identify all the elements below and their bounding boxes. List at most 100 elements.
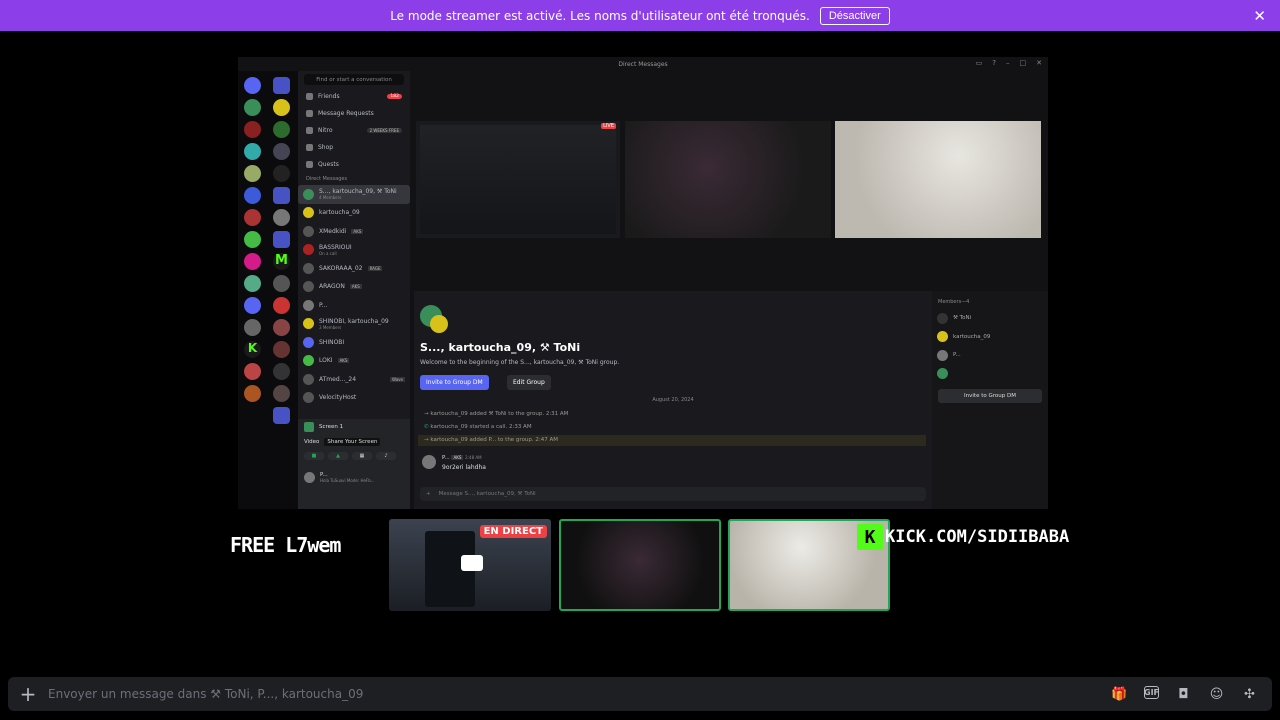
speaker-camera-tile[interactable] — [559, 519, 721, 611]
server-icon[interactable] — [244, 99, 261, 116]
server-icon[interactable] — [273, 407, 290, 424]
avatar — [303, 281, 314, 293]
dm-item[interactable]: S..., kartoucha_09, ⚒ ToNi 4 Members — [298, 185, 410, 204]
server-icon[interactable] — [244, 165, 261, 182]
dm-item[interactable]: kartoucha_09 — [298, 204, 410, 223]
server-icon[interactable] — [273, 121, 290, 138]
dm-sidebar: Find or start a conversation Friends 182 … — [298, 71, 410, 441]
dm-item[interactable]: SAKORAAA_02 RAGE — [298, 259, 410, 278]
invite-button[interactable]: Invite to Group DM — [420, 375, 489, 390]
camera-tile[interactable] — [835, 121, 1041, 238]
composer-input[interactable]: Envoyer un message dans ⚒ ToNi, P..., ka… — [48, 687, 1111, 701]
message-input[interactable]: + Message S..., kartoucha_09, ⚒ ToNi — [420, 487, 926, 501]
server-icon[interactable] — [244, 253, 261, 270]
attach-plus-icon[interactable]: + — [8, 682, 48, 706]
streamer-mode-banner: Le mode streamer est activé. Les noms d'… — [0, 0, 1280, 31]
server-icon[interactable] — [244, 187, 261, 204]
server-icon[interactable] — [273, 209, 290, 226]
server-icon[interactable] — [244, 319, 261, 336]
dm-item[interactable]: SHINOBI — [298, 333, 410, 352]
live-preview-tile[interactable]: EN DIRECT — [389, 519, 551, 611]
member-item[interactable]: P... — [932, 346, 1048, 365]
apps-icon[interactable]: ✣ — [1241, 686, 1258, 703]
dm-item[interactable]: ARAGON AKS — [298, 278, 410, 297]
activities-button[interactable]: ▦ — [352, 452, 372, 460]
dm-item[interactable]: LOKI AKS — [298, 352, 410, 371]
server-icon[interactable] — [244, 385, 261, 402]
system-message: → kartoucha_09 added P... to the group. … — [418, 435, 926, 446]
member-item[interactable]: kartoucha_09 — [932, 328, 1048, 347]
member-list: Members—4 ⚒ ToNi kartoucha_09 P... Invit… — [932, 291, 1048, 509]
emoji-icon[interactable]: ☺ — [1208, 686, 1225, 703]
voice-controls: ■ ▲ ▦ ♪ — [298, 449, 410, 463]
members-invite-button[interactable]: Invite to Group DM — [938, 389, 1042, 403]
nav-quests[interactable]: Quests — [298, 156, 410, 173]
home-icon[interactable] — [244, 77, 261, 94]
dm-search-input[interactable]: Find or start a conversation — [304, 74, 404, 85]
message-composer: + Envoyer un message dans ⚒ ToNi, P..., … — [8, 677, 1272, 711]
camera-button[interactable]: ■ — [304, 452, 324, 460]
close-icon[interactable]: ✕ — [1253, 7, 1266, 25]
server-icon[interactable] — [273, 187, 290, 204]
server-icon[interactable] — [273, 77, 290, 94]
server-icon[interactable] — [273, 385, 290, 402]
nav-friends[interactable]: Friends 182 — [298, 88, 410, 105]
server-icon[interactable] — [273, 165, 290, 182]
dm-item[interactable]: BASSRIOUI On a call — [298, 241, 410, 260]
server-icon[interactable] — [244, 143, 261, 160]
soundboard-button[interactable]: ♪ — [376, 452, 396, 460]
server-icon[interactable] — [244, 363, 261, 380]
member-item[interactable]: ⚒ ToNi — [932, 309, 1048, 328]
nitro-tag: 2 WEEKS FREE — [366, 128, 402, 133]
server-icon[interactable] — [273, 231, 290, 248]
server-icon[interactable] — [244, 297, 261, 314]
server-icon[interactable]: K — [244, 341, 261, 358]
server-icon[interactable] — [244, 275, 261, 292]
server-icon[interactable] — [273, 341, 290, 358]
server-icon[interactable] — [273, 99, 290, 116]
member-item[interactable] — [932, 365, 1048, 384]
avatar — [937, 349, 948, 361]
dm-item[interactable]: VelocityHost — [298, 389, 410, 408]
banner-message: Le mode streamer est activé. Les noms d'… — [390, 8, 810, 23]
server-icon[interactable] — [273, 319, 290, 336]
server-icon[interactable]: M — [273, 253, 290, 270]
server-icon[interactable] — [273, 143, 290, 160]
group-avatar — [430, 315, 448, 333]
server-icon[interactable] — [273, 275, 290, 292]
group-welcome: Welcome to the beginning of the S..., ka… — [420, 359, 620, 366]
share-screen-button[interactable]: ▲ — [328, 452, 348, 460]
user-panel: P... Hola TuSuavi Mode: HeFb... — [298, 469, 410, 486]
dm-item[interactable]: XMedkidi AKS — [298, 222, 410, 241]
plus-icon[interactable]: + — [426, 491, 431, 497]
screen-icon — [304, 422, 314, 432]
nav-message-requests[interactable]: Message Requests — [298, 105, 410, 122]
message-text: 9or2eri lahdha — [442, 464, 486, 471]
screen-share-tile[interactable]: LIVE — [416, 121, 620, 238]
voice-status-row: Video Share Your Screen — [298, 435, 410, 449]
avatar — [303, 299, 314, 311]
deactivate-button[interactable]: Désactiver — [819, 6, 890, 25]
sticker-icon[interactable]: ◘ — [1175, 686, 1192, 703]
nav-nitro[interactable]: Nitro 2 WEEKS FREE — [298, 122, 410, 139]
date-divider: August 20, 2024 — [652, 397, 694, 403]
server-icon[interactable] — [244, 209, 261, 226]
server-icon[interactable] — [273, 297, 290, 314]
gift-icon[interactable]: 🎁 — [1111, 686, 1128, 703]
camera-tile[interactable] — [625, 121, 831, 238]
shop-icon — [306, 144, 313, 151]
gif-icon[interactable]: GIF — [1144, 685, 1159, 699]
edit-group-button[interactable]: Edit Group — [507, 375, 551, 390]
free-text-overlay: FREE L7wem — [230, 533, 341, 557]
dm-item[interactable]: SHINOBI, kartoucha_09 3 Members — [298, 315, 410, 334]
composer-tools: 🎁 GIF ◘ ☺ ✣ — [1111, 685, 1272, 703]
server-icon[interactable] — [273, 363, 290, 380]
dm-item[interactable]: ATmed..._24 Wave — [298, 370, 410, 389]
nav-shop[interactable]: Shop — [298, 139, 410, 156]
dm-item[interactable]: P... — [298, 296, 410, 315]
kick-channel-overlay: K KICK.COM/SIDIIBABA — [857, 524, 1069, 550]
server-icon[interactable] — [244, 231, 261, 248]
call-video-grid: LIVE — [416, 121, 1044, 238]
server-icon[interactable] — [244, 121, 261, 138]
kick-logo-icon: K — [857, 524, 883, 550]
